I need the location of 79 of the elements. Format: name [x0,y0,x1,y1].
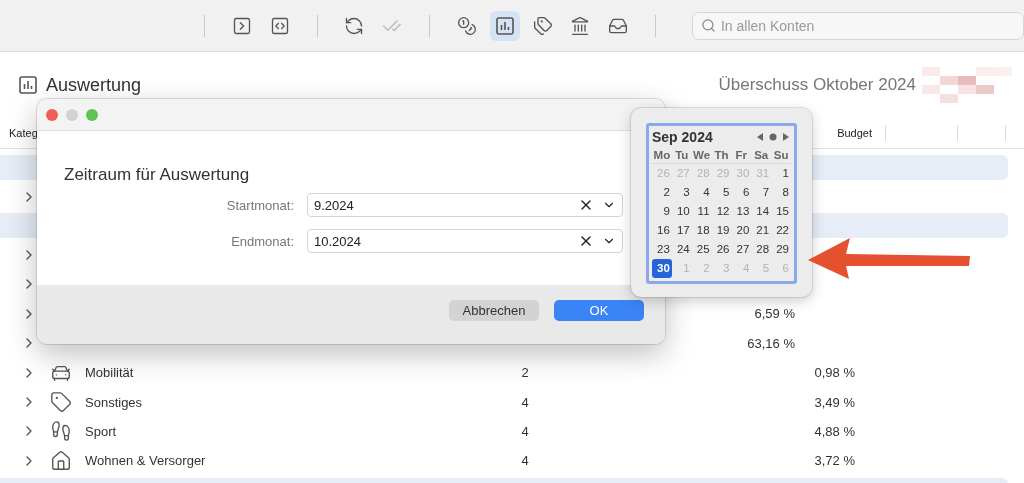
calendar-day[interactable]: 4 [691,183,712,202]
calendar-day[interactable]: 16 [652,221,672,240]
toolbar-button[interactable] [489,10,520,41]
search-icon [700,17,716,33]
percent-cell: 3,49 % [814,394,855,410]
calendar-day[interactable]: 21 [751,221,772,240]
month-field[interactable]: 9.2024 [307,193,623,217]
calendar-day[interactable]: 20 [731,221,752,240]
percent-cell: 0,98 % [814,365,855,381]
coins-icon [456,15,477,36]
count-cell: 4 [521,394,529,410]
calendar-day[interactable]: 29 [771,240,791,259]
calendar-day[interactable]: 28 [751,240,772,259]
weekday-label: Fr [731,146,752,164]
house-icon [50,449,72,472]
calendar-day[interactable]: 27 [731,240,752,259]
report-icon [18,75,38,95]
code-icon [269,15,290,36]
calendar-day[interactable]: 18 [691,221,712,240]
percent-cell: 4,88 % [814,423,855,439]
month-navigation-icon[interactable] [755,132,791,142]
percent-cell: 63,16 % [747,335,795,351]
calendar-day[interactable]: 11 [691,202,712,221]
weekday-label: Su [771,146,791,164]
calendar-day[interactable]: 3 [671,183,692,202]
category-name: Wohnen & Versorger [85,453,206,469]
category-name: Mobilität [85,365,134,381]
weekday-label: Mo [652,146,672,164]
count-cell: 4 [521,453,529,469]
weekday-label: We [691,146,712,164]
calendar-day[interactable]: 22 [771,221,791,240]
summary-title: Überschuss Oktober 2024 [718,75,916,95]
calendar-day[interactable]: 10 [671,202,692,221]
calendar-day[interactable]: 24 [671,240,692,259]
weekday-label: Sa [751,146,772,164]
calendar-day[interactable]: 5 [711,183,732,202]
calendar-day[interactable]: 9 [652,202,672,221]
field-label: Startmonat: [225,197,294,213]
page-title: Auswertung [46,74,143,96]
calendar-day[interactable]: 19 [711,221,732,240]
percent-cell: 3,72 % [814,453,855,469]
chart-icon [494,15,515,36]
calendar-day[interactable]: 26 [711,240,732,259]
chevron-square-icon [231,15,252,36]
calendar-day[interactable]: 2 [652,183,672,202]
column-header[interactable]: Budget [837,127,872,139]
sync-icon [344,15,365,36]
percent-cell: 6,59 % [754,306,795,322]
calendar-day[interactable]: 13 [731,202,752,221]
dialog-heading: Zeitraum für Auswertung [64,165,251,185]
calendar-day[interactable]: 1 [771,164,791,183]
calendar-day[interactable]: 6 [731,183,752,202]
calendar-day[interactable]: 30 [652,259,672,278]
weekday-label: Th [711,146,732,164]
close-button[interactable] [46,108,58,121]
count-cell: 4 [521,423,529,439]
calendar-day[interactable]: 14 [751,202,772,221]
column-header[interactable]: Kateg [9,127,38,139]
search-field[interactable]: In allen Konten [691,11,1024,40]
footprints-icon [50,420,72,443]
cancel-button[interactable]: Abbrechen [449,300,539,321]
bank-icon [570,15,591,36]
month-field[interactable]: 10.2024 [307,229,623,253]
calendar-day[interactable]: 23 [652,240,672,259]
tag-icon [50,391,72,414]
calendar-day[interactable]: 15 [771,202,791,221]
calendar-day[interactable]: 8 [771,183,791,202]
category-name: Sport [85,423,117,439]
category-name: Sonstiges [85,394,143,410]
calendar-day[interactable]: 12 [711,202,732,221]
count-cell: 2 [521,365,529,381]
weekday-label: Tu [671,146,692,164]
month-title: Sep 2024 [652,129,713,145]
calendar-day[interactable]: 17 [671,221,692,240]
tags-icon [532,15,553,36]
calendar-day[interactable]: 25 [691,240,712,259]
ok-button[interactable]: OK [554,300,644,321]
field-label: Endmonat: [230,233,294,249]
calendar-day[interactable]: 7 [751,183,772,202]
